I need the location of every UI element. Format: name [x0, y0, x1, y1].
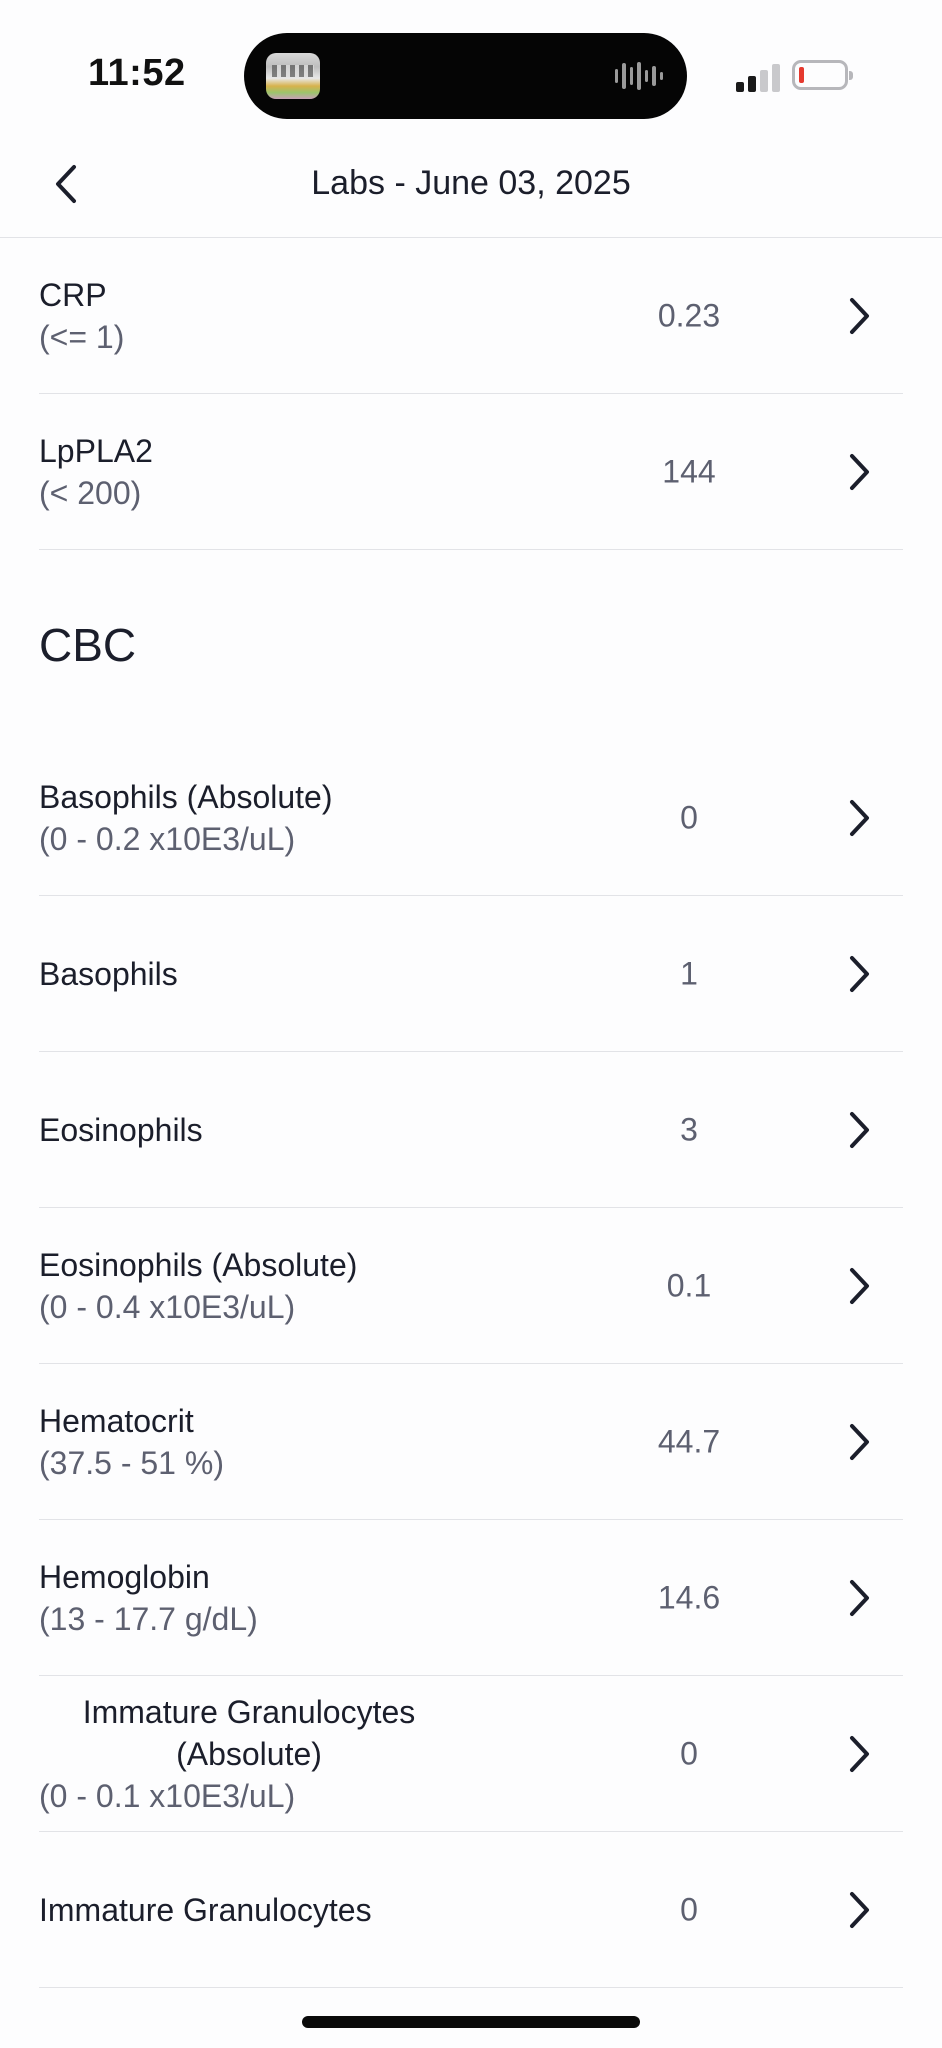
lab-value: 14.6	[657, 1579, 721, 1615]
lab-value: 144	[662, 453, 716, 489]
chevron-right-icon	[850, 297, 869, 334]
lab-row[interactable]: Hematocrit (37.5 - 51 %) 44.7	[39, 1364, 903, 1520]
lab-row[interactable]: Eosinophils 3	[39, 1052, 903, 1208]
chevron-right-icon	[850, 955, 869, 992]
section-title-cbc: CBC	[39, 619, 137, 671]
lab-row[interactable]: Hemoglobin (13 - 17.7 g/dL) 14.6	[39, 1520, 903, 1676]
top-lab-list: CRP (<= 1) 0.23 LpPLA2 (< 200) 144	[0, 238, 942, 550]
lab-value: 1	[680, 955, 698, 991]
lab-value: 0.1	[666, 1267, 712, 1303]
lab-name: Immature Granulocytes (Absolute)	[82, 1693, 416, 1772]
lab-reference-range: (< 200)	[39, 474, 142, 511]
lab-name: Basophils (Absolute)	[39, 778, 333, 815]
lab-value: 44.7	[657, 1423, 721, 1459]
lab-text: Immature Granulocytes (Absolute) (0 - 0.1…	[39, 1691, 459, 1817]
lab-value: 0	[680, 799, 698, 835]
lab-results-screen: 11:52 Labs - June 03, 2025 CRP (<= 1) 0.23…	[0, 0, 942, 2048]
lab-reference-range: (0 - 0.4 x10E3/uL)	[39, 1288, 296, 1325]
lab-row[interactable]: Immature Granulocytes (Absolute) (0 - 0.1…	[39, 1676, 903, 1832]
cellular-signal-icon	[736, 60, 780, 92]
lab-name: CRP	[39, 276, 107, 313]
chevron-right-icon	[850, 1891, 869, 1928]
lab-row[interactable]: Basophils (Absolute) (0 - 0.2 x10E3/uL) 0	[39, 740, 903, 896]
status-bar: 11:52	[0, 0, 942, 150]
lab-reference-range: (<= 1)	[39, 318, 125, 355]
lab-text: Eosinophils (Absolute) (0 - 0.4 x10E3/uL)	[39, 1244, 459, 1328]
page-title: Labs - June 03, 2025	[311, 164, 631, 202]
lab-name: Lymphocytes	[39, 2045, 459, 2048]
lab-value: 0	[680, 1891, 698, 1927]
lab-name: Hematocrit	[39, 1402, 194, 1439]
lab-row[interactable]: CRP (<= 1) 0.23	[39, 238, 903, 394]
lab-name: Basophils	[39, 955, 178, 992]
lab-value: 0	[680, 1735, 698, 1771]
lab-reference-range: (37.5 - 51 %)	[39, 1444, 224, 1481]
lab-name: Immature Granulocytes	[39, 1891, 372, 1928]
chevron-right-icon	[850, 1111, 869, 1148]
status-time: 11:52	[88, 52, 186, 94]
lab-text: Hematocrit (37.5 - 51 %)	[39, 1400, 459, 1484]
chevron-right-icon	[850, 1423, 869, 1460]
now-playing-artwork	[266, 53, 320, 99]
battery-icon	[792, 60, 853, 90]
lab-text: LpPLA2 (< 200)	[39, 430, 459, 514]
lab-value: 3	[680, 1111, 698, 1147]
lab-name: Hemoglobin	[39, 1558, 210, 1595]
lab-value: 0.23	[657, 297, 721, 333]
dynamic-island[interactable]	[244, 33, 687, 119]
chevron-right-icon	[850, 1579, 869, 1616]
lab-name: Eosinophils (Absolute)	[39, 1246, 358, 1283]
lab-text: Lymphocytes	[39, 2045, 459, 2048]
chevron-right-icon	[850, 799, 869, 836]
lab-text: Immature Granulocytes	[39, 1889, 459, 1931]
battery-level	[799, 67, 804, 83]
chevron-right-icon	[850, 1267, 869, 1304]
lab-text: CRP (<= 1)	[39, 274, 459, 358]
lab-row[interactable]: LpPLA2 (< 200) 144	[39, 394, 903, 550]
chevron-right-icon	[850, 453, 869, 490]
lab-text: Basophils (Absolute) (0 - 0.2 x10E3/uL)	[39, 776, 459, 860]
lab-text: Eosinophils	[39, 1109, 459, 1151]
lab-text: Hemoglobin (13 - 17.7 g/dL)	[39, 1556, 459, 1640]
cbc-lab-list: Basophils (Absolute) (0 - 0.2 x10E3/uL) 0 B…	[0, 740, 942, 2048]
lab-text: Basophils	[39, 953, 459, 995]
audio-waveform-icon	[615, 61, 663, 91]
lab-list: CRP (<= 1) 0.23 LpPLA2 (< 200) 144 CBC Basoph…	[0, 238, 942, 2048]
lab-reference-range: (13 - 17.7 g/dL)	[39, 1600, 258, 1637]
lab-row[interactable]: Immature Granulocytes 0	[39, 1832, 903, 1988]
navigation-bar: Labs - June 03, 2025	[0, 150, 942, 238]
lab-name: Eosinophils	[39, 1111, 203, 1148]
lab-row[interactable]: Basophils 1	[39, 896, 903, 1052]
home-indicator[interactable]	[302, 2016, 640, 2028]
lab-name: LpPLA2	[39, 432, 153, 469]
chevron-right-icon	[850, 1735, 869, 1772]
lab-row[interactable]: Eosinophils (Absolute) (0 - 0.4 x10E3/uL)…	[39, 1208, 903, 1364]
lab-reference-range: (0 - 0.2 x10E3/uL)	[39, 820, 296, 857]
lab-reference-range: (0 - 0.1 x10E3/uL)	[39, 1777, 296, 1814]
